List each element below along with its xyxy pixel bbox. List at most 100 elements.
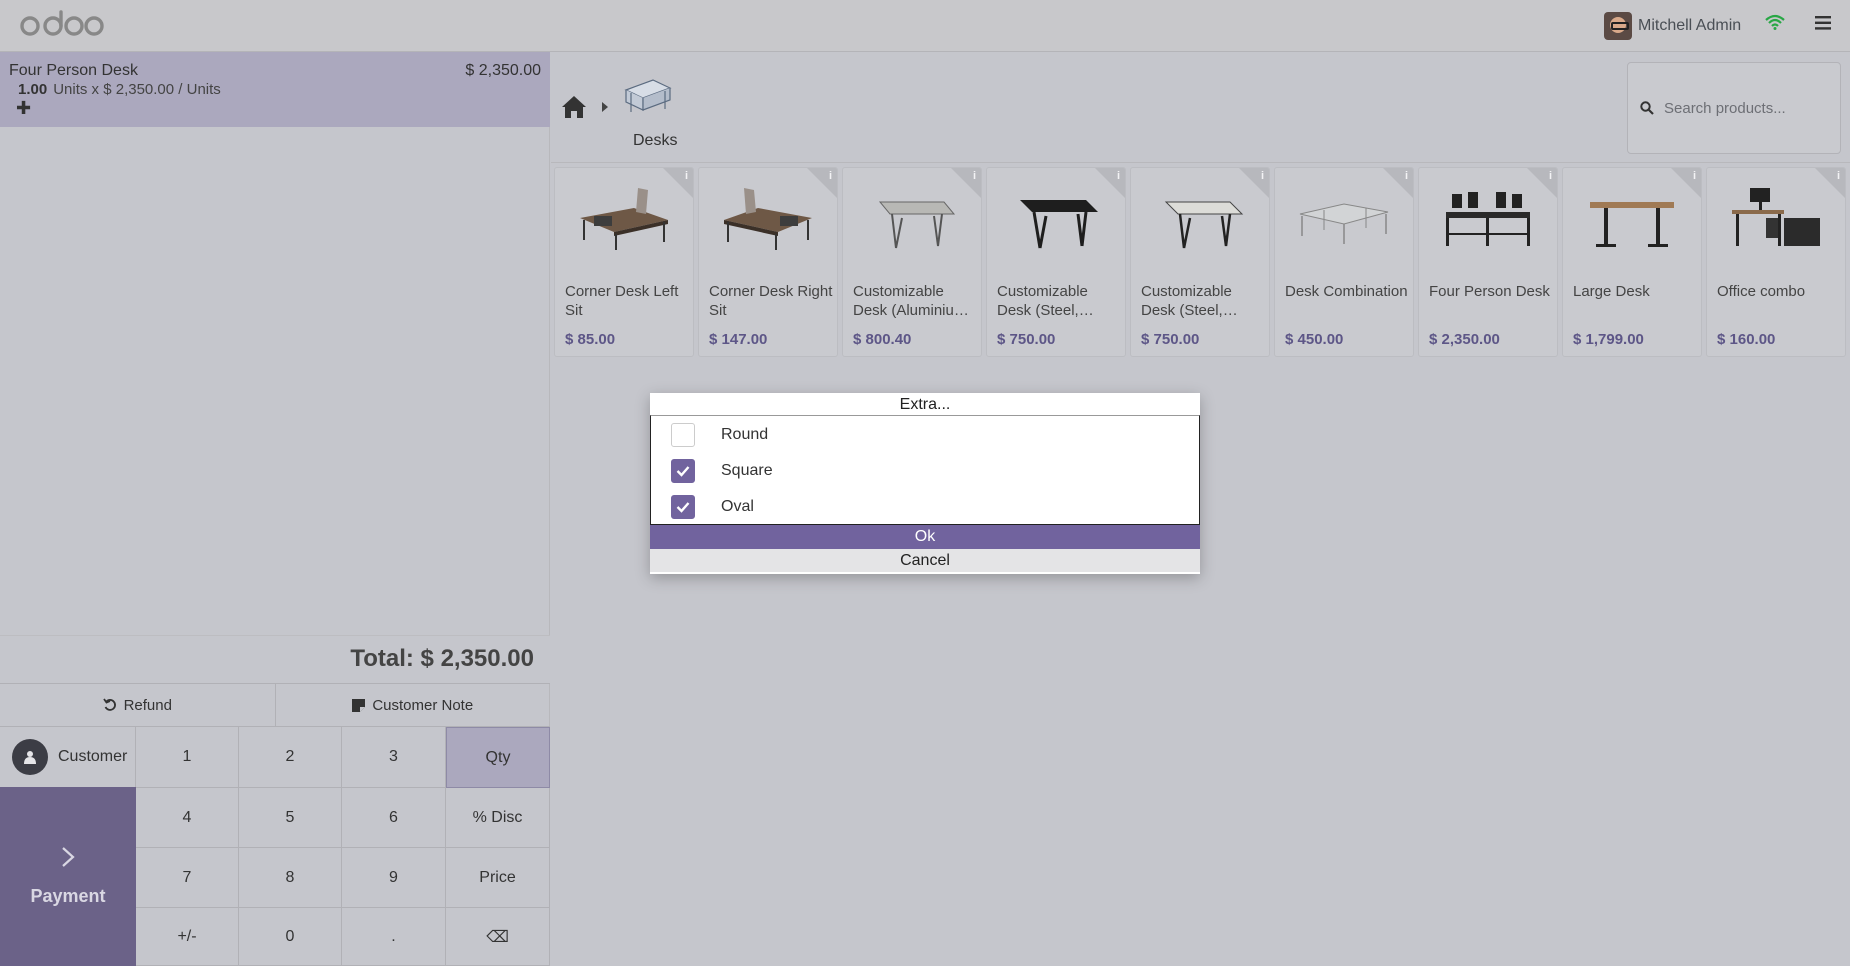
numpad-key-7[interactable]: 7 [136, 848, 239, 908]
numpad-mode-qty[interactable]: Qty [446, 727, 550, 788]
product-name: Customizable Desk (Aluminiu… [853, 283, 969, 319]
option-oval[interactable]: Oval [671, 494, 754, 520]
product-card[interactable]: i Customizable Desk (Aluminiu… $ 800.40 [842, 167, 982, 357]
product-price: $ 750.00 [997, 331, 1056, 348]
product-price: $ 1,799.00 [1573, 331, 1644, 348]
round-checkbox[interactable] [671, 423, 695, 447]
customer-note-button[interactable]: Customer Note [274, 684, 551, 726]
note-icon [352, 698, 366, 712]
product-name: Customizable Desk (Steel,… [1141, 283, 1238, 319]
option-label: Square [721, 462, 773, 479]
product-info-corner[interactable] [1383, 168, 1413, 198]
payment-button[interactable]: Payment [0, 787, 136, 966]
numpad-key-5[interactable]: 5 [239, 788, 342, 848]
product-card[interactable]: i Corner Desk Right Sit $ 147.00 [698, 167, 838, 357]
option-square[interactable]: Square [671, 458, 773, 484]
numpad-key-9[interactable]: 9 [342, 848, 446, 908]
numpad-key-4[interactable]: 4 [136, 788, 239, 848]
info-icon[interactable]: i [1405, 170, 1408, 182]
product-info-corner[interactable] [951, 168, 981, 198]
menu-icon[interactable] [1815, 16, 1831, 30]
option-round[interactable]: Round [671, 422, 768, 448]
info-icon[interactable]: i [1117, 170, 1120, 182]
customer-label: Customer [58, 748, 128, 765]
payment-label: Payment [30, 886, 106, 906]
numpad-mode-price[interactable]: Price [446, 848, 550, 908]
product-name: Corner Desk Right Sit [709, 283, 833, 319]
home-icon[interactable] [561, 95, 587, 119]
option-list: Round Square Oval [650, 415, 1200, 525]
search-box[interactable]: Search products... [1627, 62, 1841, 154]
ok-button[interactable]: Ok [650, 525, 1200, 549]
product-info-corner[interactable] [1527, 168, 1557, 198]
product-price: $ 2,350.00 [1429, 331, 1500, 348]
numpad-key-8[interactable]: 8 [239, 848, 342, 908]
numpad-key-3[interactable]: 3 [342, 727, 446, 788]
wifi-icon[interactable] [1765, 14, 1785, 30]
square-checkbox[interactable] [671, 459, 695, 483]
add-note-icon[interactable]: ✚ [16, 98, 31, 119]
numpad-mode-discount[interactable]: % Disc [446, 788, 550, 848]
cancel-button[interactable]: Cancel [650, 549, 1200, 572]
numpad-key-decimal[interactable]: . [342, 908, 446, 966]
numpad-backspace-icon[interactable]: ⌫ [446, 908, 550, 966]
info-icon[interactable]: i [829, 170, 832, 182]
control-buttons: Refund Customer Note [0, 683, 550, 727]
product-info-corner[interactable] [1815, 168, 1845, 198]
checkmark-icon [676, 502, 690, 513]
oval-checkbox[interactable] [671, 495, 695, 519]
product-info-corner[interactable] [1095, 168, 1125, 198]
product-info-corner[interactable] [807, 168, 837, 198]
numpad-key-0[interactable]: 0 [239, 908, 342, 966]
product-card[interactable]: i Large Desk $ 1,799.00 [1562, 167, 1702, 357]
product-card[interactable]: i Customizable Desk (Steel,… $ 750.00 [1130, 167, 1270, 357]
order-panel: Four Person Desk $ 2,350.00 1.00 Units x … [0, 52, 550, 966]
refund-button[interactable]: Refund [0, 684, 275, 726]
order-line[interactable]: Four Person Desk $ 2,350.00 1.00 Units x … [0, 52, 550, 127]
product-card[interactable]: i Customizable Desk (Steel,… $ 750.00 [986, 167, 1126, 357]
info-icon[interactable]: i [1837, 170, 1840, 182]
product-card[interactable]: i Four Person Desk $ 2,350.00 [1418, 167, 1558, 357]
caret-right-icon [602, 102, 608, 112]
order-line-price: $ 2,350.00 [465, 62, 541, 79]
info-icon[interactable]: i [1261, 170, 1264, 182]
category-desks-label[interactable]: Desks [633, 132, 677, 150]
product-card[interactable]: i Office combo $ 160.00 [1706, 167, 1846, 357]
order-line-qty: 1.00 [18, 81, 48, 98]
numpad-key-2[interactable]: 2 [239, 727, 342, 788]
option-label: Round [721, 426, 769, 443]
extra-options-dialog: Extra... Round Square Oval Ok Cancel [650, 393, 1200, 574]
product-info-corner[interactable] [663, 168, 693, 198]
product-price: $ 147.00 [709, 331, 768, 348]
product-card[interactable]: i Corner Desk Left Sit $ 85.00 [554, 167, 694, 357]
order-line-detail: 1.00 Units x $ 2,350.00 / Units [18, 81, 221, 98]
product-name: Desk Combination [1285, 283, 1408, 300]
product-info-corner[interactable] [1671, 168, 1701, 198]
product-info-corner[interactable] [1239, 168, 1269, 198]
avatar [1604, 12, 1632, 40]
product-card[interactable]: i Desk Combination $ 450.00 [1274, 167, 1414, 357]
product-list: i Corner Desk Left Sit $ 85.00 i Corner … [551, 163, 1850, 360]
product-price: $ 800.40 [853, 331, 912, 348]
info-icon[interactable]: i [973, 170, 976, 182]
user-menu[interactable]: Mitchell Admin [1604, 12, 1741, 40]
product-name: Office combo [1717, 283, 1806, 300]
product-name: Large Desk [1573, 283, 1650, 300]
product-name: Corner Desk Left Sit [565, 283, 679, 319]
search-input[interactable]: Search products... [1664, 100, 1786, 117]
product-price: $ 160.00 [1717, 331, 1776, 348]
numpad-key-6[interactable]: 6 [342, 788, 446, 848]
info-icon[interactable]: i [1549, 170, 1552, 182]
order-line-unit-price: Units x $ 2,350.00 / Units [53, 81, 221, 98]
info-icon[interactable]: i [1693, 170, 1696, 182]
numpad-key-1[interactable]: 1 [136, 727, 239, 788]
dialog-title: Extra... [650, 393, 1200, 416]
numpad-key-sign[interactable]: +/- [136, 908, 239, 966]
info-icon[interactable]: i [685, 170, 688, 182]
customer-button[interactable]: Customer [0, 727, 136, 787]
top-bar: Mitchell Admin [0, 0, 1850, 52]
user-name: Mitchell Admin [1638, 17, 1742, 34]
customer-icon [12, 739, 48, 775]
desk-category-icon[interactable] [623, 76, 673, 116]
option-label: Oval [721, 498, 754, 515]
